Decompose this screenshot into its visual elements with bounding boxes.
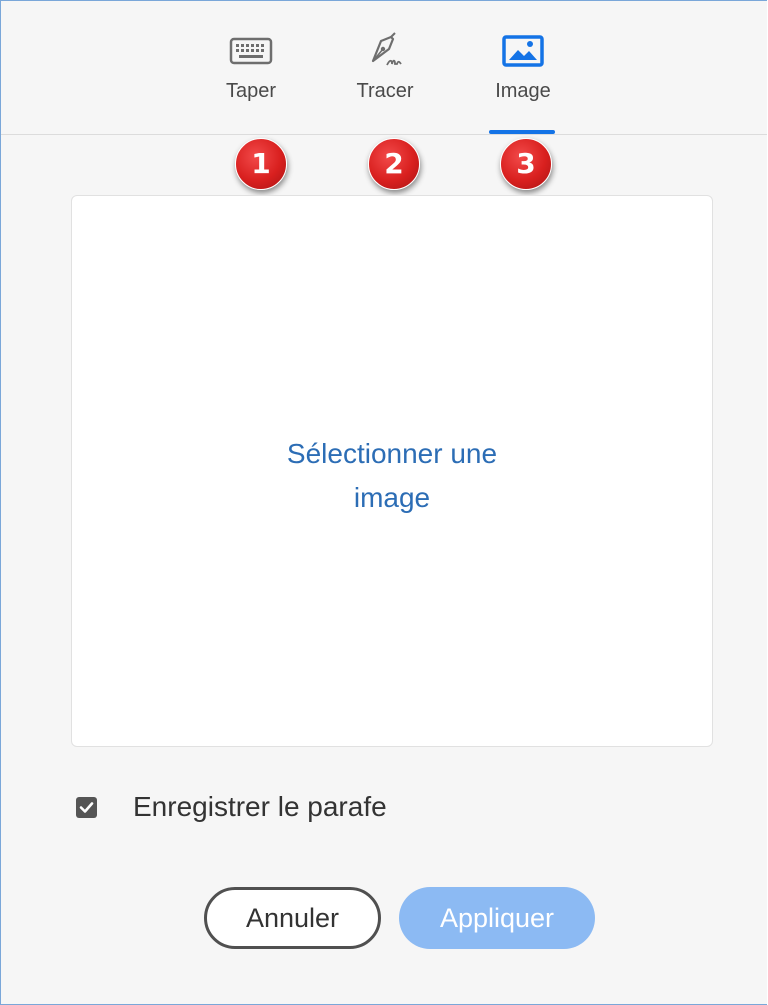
cancel-button[interactable]: Annuler — [204, 887, 381, 949]
keyboard-icon — [227, 31, 275, 71]
apply-button[interactable]: Appliquer — [399, 887, 595, 949]
image-icon — [499, 31, 547, 71]
callout-badge-3: 3 — [500, 138, 552, 190]
tab-image-label: Image — [495, 80, 551, 102]
select-image-link[interactable]: Sélectionner une image — [242, 432, 542, 520]
select-image-line-1: Sélectionner une — [286, 438, 498, 469]
save-initials-checkbox[interactable] — [76, 796, 97, 818]
signature-mode-tabs: Taper Tracer Image — [1, 1, 767, 135]
save-initials-option: Enregistrer le parafe — [76, 787, 387, 827]
save-initials-label: Enregistrer le parafe — [133, 791, 387, 822]
tab-image[interactable]: Image — [475, 31, 571, 134]
callout-badge-2: 2 — [368, 138, 420, 190]
select-image-line-2: image — [353, 482, 431, 513]
tab-type-label: Taper — [225, 80, 277, 102]
selected-tab-indicator — [489, 130, 555, 134]
callout-badge-1: 1 — [235, 138, 287, 190]
checkmark-icon — [79, 801, 94, 813]
tab-draw-label: Tracer — [356, 80, 414, 102]
pen-signature-icon — [361, 31, 409, 71]
tab-draw[interactable]: Tracer — [337, 31, 433, 134]
signature-dialog: Taper Tracer Image 1 2 3 Sélectionner un… — [0, 0, 767, 1005]
tab-type[interactable]: Taper — [203, 31, 299, 134]
image-drop-area[interactable]: Sélectionner une image — [71, 195, 713, 747]
